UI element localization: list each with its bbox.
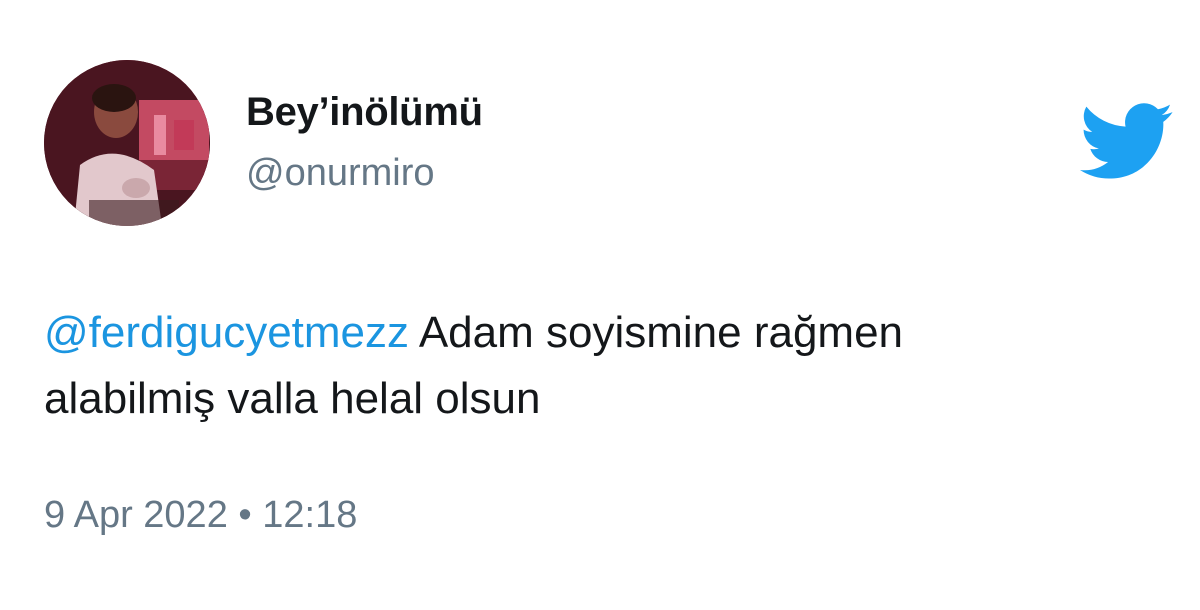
tweet-text-line1: Adam soyismine rağmen	[409, 308, 904, 357]
tweet-card: Bey’inölümü @onurmiro @ferdigucyetmezz A…	[0, 0, 1200, 610]
username[interactable]: @onurmiro	[246, 152, 435, 195]
tweet-text: @ferdigucyetmezz Adam soyismine rağmen al…	[44, 300, 1154, 432]
display-name[interactable]: Bey’inölümü	[246, 90, 483, 135]
timestamp[interactable]: 9 Apr 2022 • 12:18	[44, 494, 357, 537]
twitter-bird-icon	[1080, 102, 1174, 182]
mention-link[interactable]: @ferdigucyetmezz	[44, 308, 409, 357]
avatar[interactable]	[44, 60, 210, 226]
tweet-text-line2: alabilmiş valla helal olsun	[44, 374, 541, 423]
